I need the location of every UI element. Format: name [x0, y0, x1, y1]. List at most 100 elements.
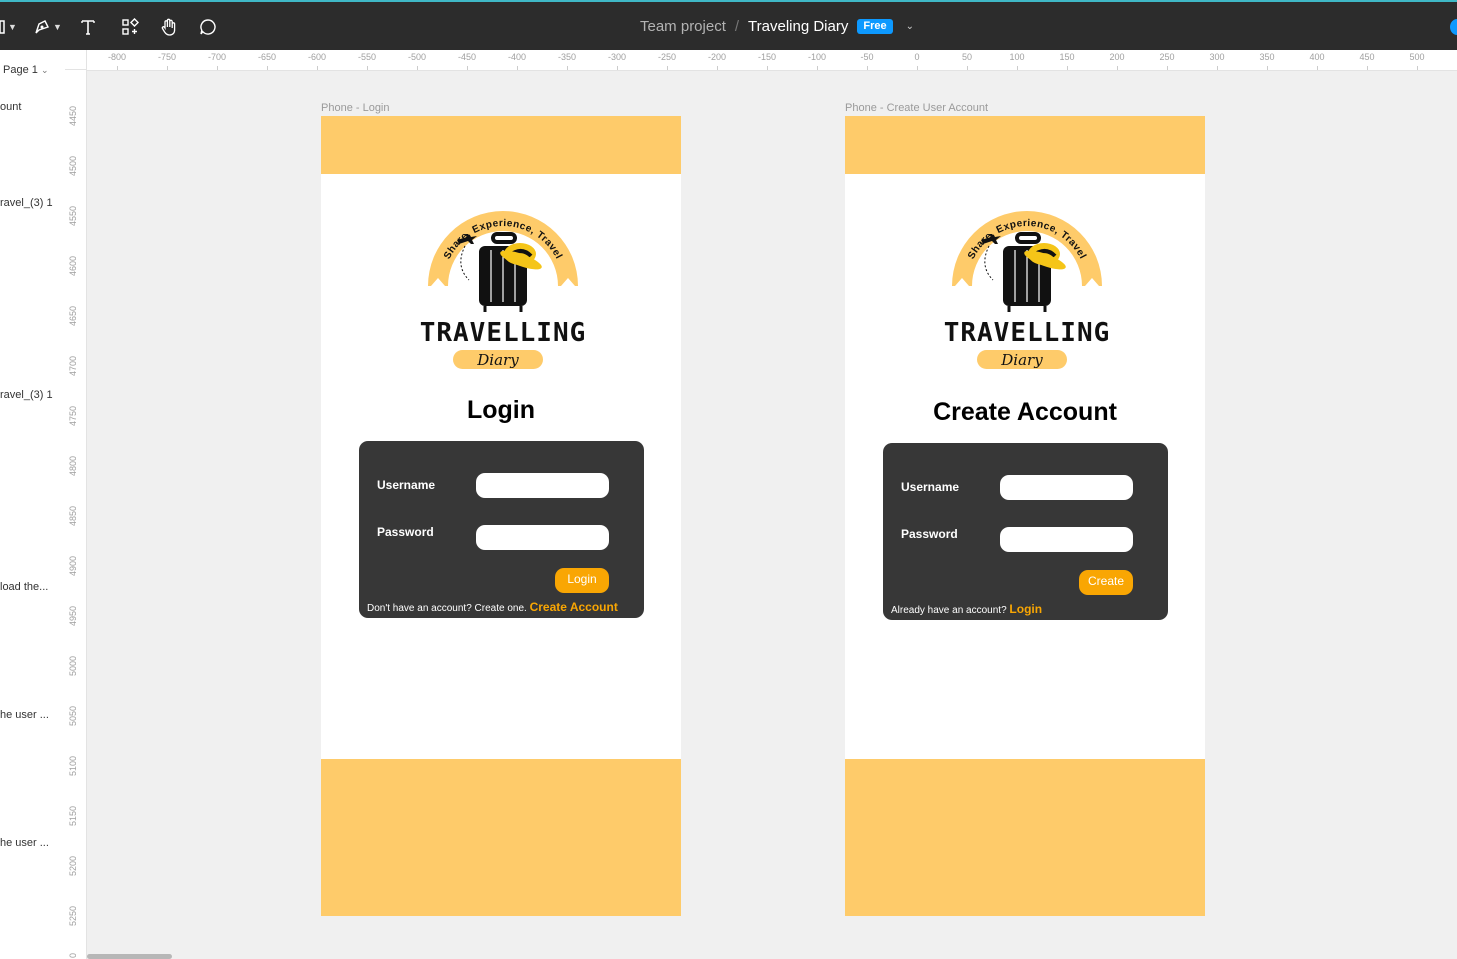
ruler-tick: 4650: [68, 305, 78, 326]
phone-frame-login[interactable]: Share, Experience, Travel TRAVELLING Dia…: [321, 116, 681, 916]
login-card: Username Password Login Don't have an ac…: [359, 441, 644, 618]
file-name[interactable]: Traveling Diary: [748, 18, 848, 35]
ruler-tick: -450: [457, 52, 477, 62]
page-title: Create Account: [933, 398, 1117, 426]
chevron-down-icon[interactable]: ⌄: [906, 21, 914, 32]
ruler-tick: 0: [68, 952, 78, 958]
create-button[interactable]: Create: [1079, 570, 1133, 595]
text-tool-button[interactable]: [80, 14, 96, 40]
username-field[interactable]: [1000, 475, 1133, 500]
horizontal-ruler: -800 -750 -700 -650 -600 -550 -500 -450 -400 -350…: [87, 50, 1457, 71]
ruler-mark: [467, 66, 468, 70]
ruler-mark: [1217, 66, 1218, 70]
ruler-tick: -350: [557, 52, 577, 62]
layer-item[interactable]: he user ...: [0, 837, 49, 849]
layer-item[interactable]: ount: [0, 101, 21, 113]
login-button[interactable]: Login: [555, 568, 609, 593]
ruler-mark: [667, 66, 668, 70]
breadcrumb-team[interactable]: Team project: [640, 18, 726, 35]
login-link[interactable]: Login: [1009, 602, 1042, 616]
ruler-tick: 5000: [68, 655, 78, 676]
ruler-tick: 4550: [68, 205, 78, 226]
account-prompt-text: Already have an account?: [891, 605, 1007, 616]
svg-text:TRAVELLING: TRAVELLING: [944, 318, 1111, 348]
ruler-tick: -800: [107, 52, 127, 62]
ruler-tick: 4750: [68, 405, 78, 426]
ruler-tick: 4950: [68, 605, 78, 626]
ruler-tick: 4450: [68, 105, 78, 126]
breadcrumb: Team project / Traveling Diary Free ⌄: [640, 18, 914, 35]
chevron-down-icon[interactable]: ▼: [8, 22, 17, 32]
svg-text:Diary: Diary: [476, 351, 519, 369]
ruler-mark: [567, 66, 568, 70]
ruler-tick: -150: [757, 52, 777, 62]
username-field[interactable]: [476, 473, 609, 498]
ruler-mark: [717, 66, 718, 70]
ruler-tick: 250: [1159, 52, 1175, 62]
ruler-tick: 4800: [68, 455, 78, 476]
page-selector[interactable]: Page 1 ⌄: [3, 64, 48, 76]
ruler-mark: [617, 66, 618, 70]
ruler-mark: [1367, 66, 1368, 70]
ruler-tick: 4700: [68, 355, 78, 376]
password-field[interactable]: [1000, 527, 1133, 552]
plan-badge: Free: [857, 19, 893, 34]
frame-tool-button[interactable]: ▼: [0, 14, 17, 40]
ruler-tick: 5100: [68, 755, 78, 776]
ruler-tick: -300: [607, 52, 627, 62]
comment-tool-button[interactable]: [199, 14, 217, 40]
create-account-link[interactable]: Create Account: [530, 600, 618, 614]
ruler-tick: 0: [914, 52, 920, 62]
ruler-mark: [767, 66, 768, 70]
svg-text:TRAVELLING: TRAVELLING: [420, 318, 587, 348]
hand-icon: [161, 18, 176, 36]
password-field[interactable]: [476, 525, 609, 550]
phone-frame-create-account[interactable]: Share, Experience, Travel TRAVELLING Dia…: [845, 116, 1205, 916]
avatar[interactable]: [1450, 19, 1457, 35]
page-title: Login: [466, 396, 536, 424]
footer-band: [321, 759, 681, 916]
ruler-tick: 4600: [68, 255, 78, 276]
ruler-tick: -250: [657, 52, 677, 62]
resources-tool-button[interactable]: [121, 14, 139, 40]
layers-panel: Page 1 ⌄ ount ravel_(3) 1 ravel_(3) 1 lo…: [0, 50, 66, 959]
logo-graphic: Share, Experience, Travel TRAVELLING Dia…: [944, 211, 1111, 369]
ruler-mark: [417, 66, 418, 70]
footer-band: [845, 759, 1205, 916]
chevron-down-icon[interactable]: ▼: [53, 22, 62, 32]
layer-item[interactable]: ravel_(3) 1: [0, 389, 53, 401]
ruler-mark: [317, 66, 318, 70]
ruler-tick: 100: [1009, 52, 1025, 62]
ruler-tick: 4500: [68, 155, 78, 176]
username-label: Username: [901, 480, 960, 494]
ruler-tick: 300: [1209, 52, 1225, 62]
ruler-mark: [217, 66, 218, 70]
ruler-tick: -400: [507, 52, 527, 62]
ruler-tick: 450: [1359, 52, 1375, 62]
ruler-mark: [817, 66, 818, 70]
vertical-ruler: 4450 4500 4550 4600 4650 4700 4750 4800 4850 4900…: [65, 70, 87, 959]
ruler-corner: [65, 50, 87, 70]
ruler-tick: -200: [707, 52, 727, 62]
ruler-mark: [867, 66, 868, 70]
layer-item[interactable]: ravel_(3) 1: [0, 197, 53, 209]
ruler-tick: -500: [407, 52, 427, 62]
frame-label-login[interactable]: Phone - Login: [321, 102, 390, 114]
frame-label-create-account[interactable]: Phone - Create User Account: [845, 102, 988, 114]
ruler-tick: 350: [1259, 52, 1275, 62]
ruler-mark: [1117, 66, 1118, 70]
pen-tool-button[interactable]: ▼: [33, 14, 62, 40]
ruler-tick: 4900: [68, 555, 78, 576]
layer-item[interactable]: he user ...: [0, 709, 49, 721]
ruler-tick: 4850: [68, 505, 78, 526]
username-label: Username: [377, 478, 436, 492]
hand-tool-button[interactable]: [159, 14, 179, 40]
components-icon: [122, 18, 139, 35]
travelling-diary-logo: Share, Experience, Travel TRAVELLING Dia…: [937, 194, 1117, 380]
comment-icon: [200, 19, 216, 35]
ruler-tick: -650: [257, 52, 277, 62]
horizontal-scrollbar[interactable]: [87, 954, 172, 959]
ruler-tick: -600: [307, 52, 327, 62]
layer-item[interactable]: load the...: [0, 581, 48, 593]
page-selector-label: Page 1: [3, 64, 38, 76]
